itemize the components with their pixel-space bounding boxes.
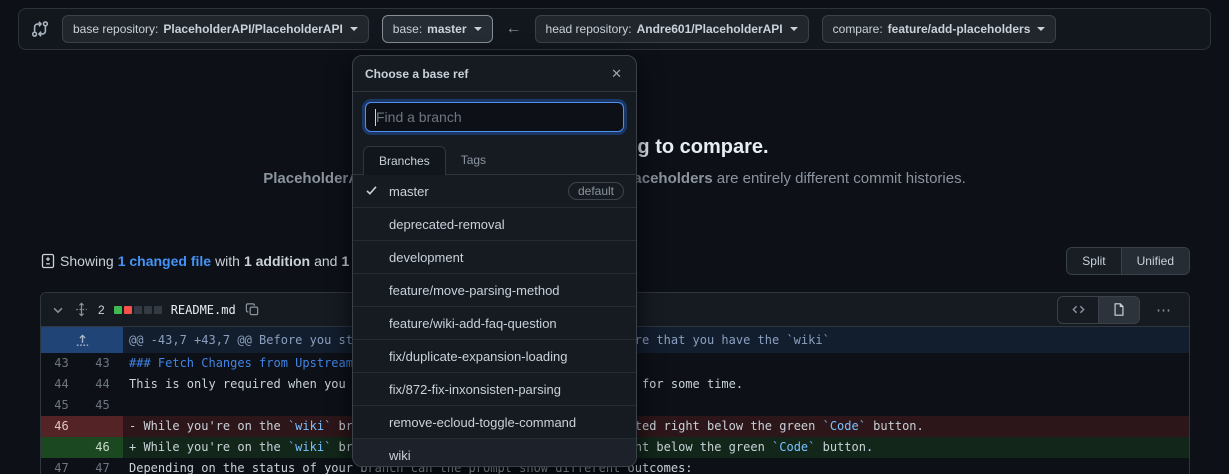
base-repository-button[interactable]: base repository: PlaceholderAPI/Placehol…	[62, 15, 369, 43]
kebab-menu-icon[interactable]: ⋯	[1150, 301, 1179, 319]
branch-search-input[interactable]	[365, 102, 624, 132]
drag-handle-icon[interactable]	[74, 302, 89, 317]
copy-path-icon[interactable]	[245, 302, 260, 317]
dropdown-tabs: Branches Tags	[353, 136, 636, 175]
diffstat-squares	[114, 306, 162, 314]
git-compare-icon	[31, 20, 49, 38]
arrow-left-icon: ←	[506, 20, 522, 38]
base-ref-dropdown: Choose a base ref ✕ Branches Tags master…	[352, 55, 637, 467]
split-view-button[interactable]: Split	[1067, 248, 1121, 274]
file-diff-icon	[40, 253, 56, 269]
compare-branch-label: compare:	[833, 22, 883, 36]
collapse-file-chevron-icon[interactable]	[51, 303, 65, 317]
default-badge: default	[568, 182, 624, 200]
branch-item[interactable]: wiki	[353, 438, 636, 467]
changed-files-link[interactable]: 1 changed file	[118, 253, 211, 269]
head-repository-label: head repository:	[546, 22, 632, 36]
tab-tags[interactable]: Tags	[446, 146, 501, 174]
check-icon	[365, 184, 378, 197]
compare-branch-button[interactable]: compare: feature/add-placeholders	[822, 15, 1057, 43]
head-repository-button[interactable]: head repository: Andre601/PlaceholderAPI	[535, 15, 809, 43]
branch-item[interactable]: remove-ecloud-toggle-command	[353, 405, 636, 438]
base-branch-label: base:	[393, 22, 422, 36]
file-name: README.md	[171, 303, 236, 317]
head-repository-value: Andre601/PlaceholderAPI	[637, 22, 783, 36]
compare-page: base repository: PlaceholderAPI/Placehol…	[0, 0, 1229, 474]
text-cursor	[375, 109, 376, 126]
base-branch-value: master	[427, 22, 466, 36]
compare-bar: base repository: PlaceholderAPI/Placehol…	[18, 8, 1211, 50]
base-repository-value: PlaceholderAPI/PlaceholderAPI	[163, 22, 342, 36]
chevron-down-icon	[350, 27, 358, 31]
diffstat-neutral-square	[154, 306, 162, 314]
diffstat-addition-square	[114, 306, 122, 314]
diff-view-toggle: Split Unified	[1066, 247, 1190, 275]
diffstat-neutral-square	[134, 306, 142, 314]
compare-branch-value: feature/add-placeholders	[888, 22, 1031, 36]
dropdown-filter	[353, 92, 636, 136]
dropdown-title: Choose a base ref	[365, 67, 468, 81]
diff-render-toggle	[1057, 296, 1140, 324]
branch-item[interactable]: development	[353, 240, 636, 273]
chevron-down-icon	[790, 27, 798, 31]
branch-item-master[interactable]: master default	[353, 175, 636, 207]
diffstat-deletion-square	[124, 306, 132, 314]
close-icon[interactable]: ✕	[609, 66, 624, 82]
chevron-down-icon	[1037, 27, 1045, 31]
base-branch-button[interactable]: base: master	[382, 15, 493, 43]
branch-item[interactable]: feature/wiki-add-faq-question	[353, 306, 636, 339]
branch-item[interactable]: feature/move-parsing-method	[353, 273, 636, 306]
file-header-actions: ⋯	[1057, 296, 1179, 324]
branch-item[interactable]: deprecated-removal	[353, 207, 636, 240]
tab-branches[interactable]: Branches	[363, 146, 446, 175]
diffstat-neutral-square	[144, 306, 152, 314]
changes-count: 2	[98, 303, 105, 317]
chevron-down-icon	[474, 27, 482, 31]
expand-hunk-button[interactable]	[41, 327, 123, 353]
dropdown-header: Choose a base ref ✕	[353, 56, 636, 92]
branch-list: master default deprecated-removal develo…	[353, 175, 636, 467]
source-view-button[interactable]	[1058, 297, 1098, 323]
rich-diff-button[interactable]	[1098, 297, 1139, 323]
unified-view-button[interactable]: Unified	[1122, 248, 1189, 274]
branch-item[interactable]: fix/duplicate-expansion-loading	[353, 339, 636, 372]
base-repository-label: base repository:	[73, 22, 158, 36]
branch-item[interactable]: fix/872-fix-inxonsisten-parsing	[353, 372, 636, 405]
additions-count: 1 addition	[244, 253, 310, 269]
